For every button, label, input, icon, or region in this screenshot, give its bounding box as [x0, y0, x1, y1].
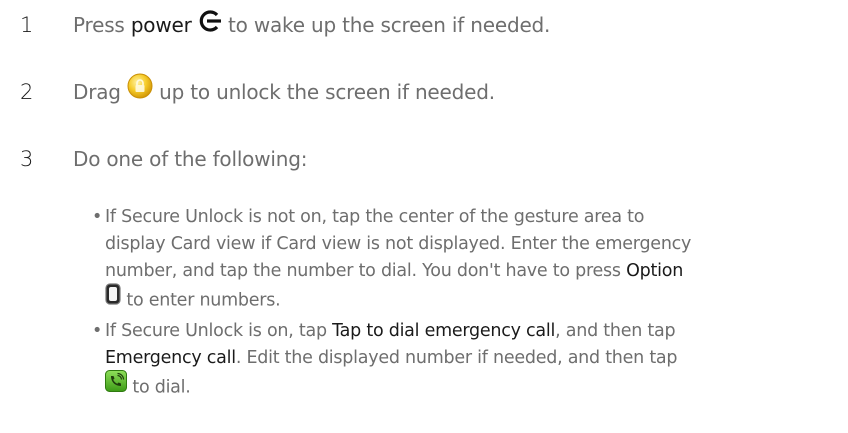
bullet-line: display Card view if Card view is not di… — [105, 234, 692, 254]
bullet-line: If Secure Unlock is not on, tap the cent… — [105, 207, 645, 227]
bullet-line: to enter numbers. — [105, 283, 281, 316]
emergency-call-label: Emergency call — [105, 348, 236, 368]
step-2: 2 Drag up to unlock the screen if needed… — [0, 72, 848, 112]
power-icon — [198, 5, 222, 45]
bullet-line: to dial. — [105, 370, 191, 403]
bullet-text: If Secure Unlock is on, tap — [105, 321, 327, 341]
step-text: Drag up to unlock the screen if needed. — [73, 72, 495, 114]
option-key-icon — [105, 283, 121, 314]
bullet-item-1: • If Secure Unlock is not on, tap the ce… — [92, 204, 832, 316]
step-number: 3 — [20, 147, 34, 171]
step-text-before: Press — [73, 13, 125, 37]
bullet-text: , and then tap — [555, 321, 676, 341]
bullet-line: If Secure Unlock is on, tap Tap to dial … — [105, 318, 676, 345]
bullet-line: Emergency call. Edit the displayed numbe… — [105, 345, 678, 372]
step-number: 1 — [20, 13, 34, 37]
bullet-line: number, and tap the number to dial. You … — [105, 258, 683, 285]
step-text-after: to wake up the screen if needed. — [227, 13, 551, 37]
lock-icon — [127, 72, 153, 112]
bullet-text: to dial. — [132, 377, 191, 398]
step-text: Do one of the following: — [73, 147, 308, 171]
tap-to-dial-emergency-label: Tap to dial emergency call — [332, 321, 556, 341]
step-text: Press power to wake up the screen if nee… — [73, 5, 550, 47]
step-3: 3 Do one of the following: — [0, 139, 848, 179]
bullet-item-2: • If Secure Unlock is on, tap Tap to dia… — [92, 318, 832, 430]
step-text-before: Drag — [73, 80, 121, 104]
dial-phone-icon — [105, 370, 127, 401]
bullet-text: . Edit the displayed number if needed, a… — [235, 348, 678, 368]
power-key-label: power — [130, 13, 192, 37]
bullet-dot: • — [92, 321, 103, 341]
bullet-dot: • — [92, 207, 103, 227]
step-number: 2 — [20, 80, 34, 104]
step-1: 1 Press power to wake up the screen if n… — [0, 5, 848, 45]
bullet-text: to enter numbers. — [126, 290, 281, 311]
bullet-text: number, and tap the number to dial. You … — [105, 261, 621, 281]
step-text-after: up to unlock the screen if needed. — [159, 80, 495, 104]
option-key-label: Option — [626, 261, 684, 281]
